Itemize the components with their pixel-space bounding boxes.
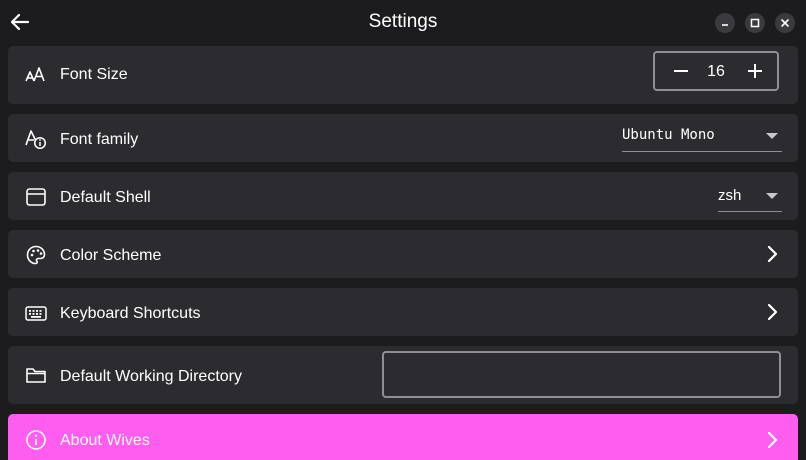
settings-window: Settings Font Size 16 Font family Ubuntu… — [0, 0, 806, 460]
chevron-right-icon — [766, 303, 780, 321]
color-scheme-row[interactable]: Color Scheme — [8, 230, 798, 278]
window-title: Settings — [368, 11, 438, 32]
chevron-right-icon — [766, 431, 780, 449]
font-family-dropdown[interactable]: Ubuntu Mono — [622, 122, 782, 152]
default-shell-value: zsh — [718, 187, 742, 204]
font-size-row: Font Size 16 — [8, 46, 798, 104]
maximize-button[interactable] — [745, 13, 765, 33]
minimize-icon — [722, 24, 728, 26]
folder-icon — [25, 364, 47, 386]
close-button[interactable] — [775, 13, 795, 33]
minus-icon — [674, 70, 688, 72]
info-icon — [25, 429, 47, 451]
font-family-label: Font family — [60, 131, 139, 148]
default-shell-row: Default Shell zsh — [8, 172, 798, 220]
maximize-icon — [750, 18, 760, 28]
palette-icon — [25, 244, 47, 266]
keyboard-shortcuts-row[interactable]: Keyboard Shortcuts — [8, 288, 798, 336]
dropdown-arrow-icon — [766, 193, 778, 199]
minimize-button[interactable] — [715, 13, 735, 33]
dropdown-arrow-icon — [766, 133, 778, 139]
keyboard-icon — [25, 302, 47, 324]
color-scheme-label: Color Scheme — [60, 247, 162, 264]
font-size-label: Font Size — [60, 66, 128, 83]
text-size-icon — [25, 64, 47, 86]
working-directory-row: Default Working Directory — [8, 346, 798, 404]
font-family-row: Font family Ubuntu Mono — [8, 114, 798, 162]
default-shell-label: Default Shell — [60, 189, 151, 206]
font-info-icon — [25, 128, 47, 150]
default-shell-dropdown[interactable]: zsh — [718, 182, 782, 212]
keyboard-shortcuts-label: Keyboard Shortcuts — [60, 305, 201, 322]
working-directory-input[interactable] — [382, 351, 781, 398]
font-size-stepper: 16 — [653, 51, 779, 91]
increase-button[interactable] — [745, 61, 765, 81]
font-size-value: 16 — [707, 63, 725, 80]
window-icon — [25, 186, 47, 208]
about-label: About Wives — [60, 432, 150, 449]
title-bar: Settings — [0, 0, 806, 46]
chevron-right-icon — [766, 245, 780, 263]
font-family-value: Ubuntu Mono — [622, 127, 715, 143]
working-directory-label: Default Working Directory — [60, 368, 242, 385]
close-icon — [781, 19, 789, 27]
decrease-button[interactable] — [671, 61, 691, 81]
plus-icon — [748, 64, 762, 78]
about-row[interactable]: About Wives — [8, 414, 798, 460]
